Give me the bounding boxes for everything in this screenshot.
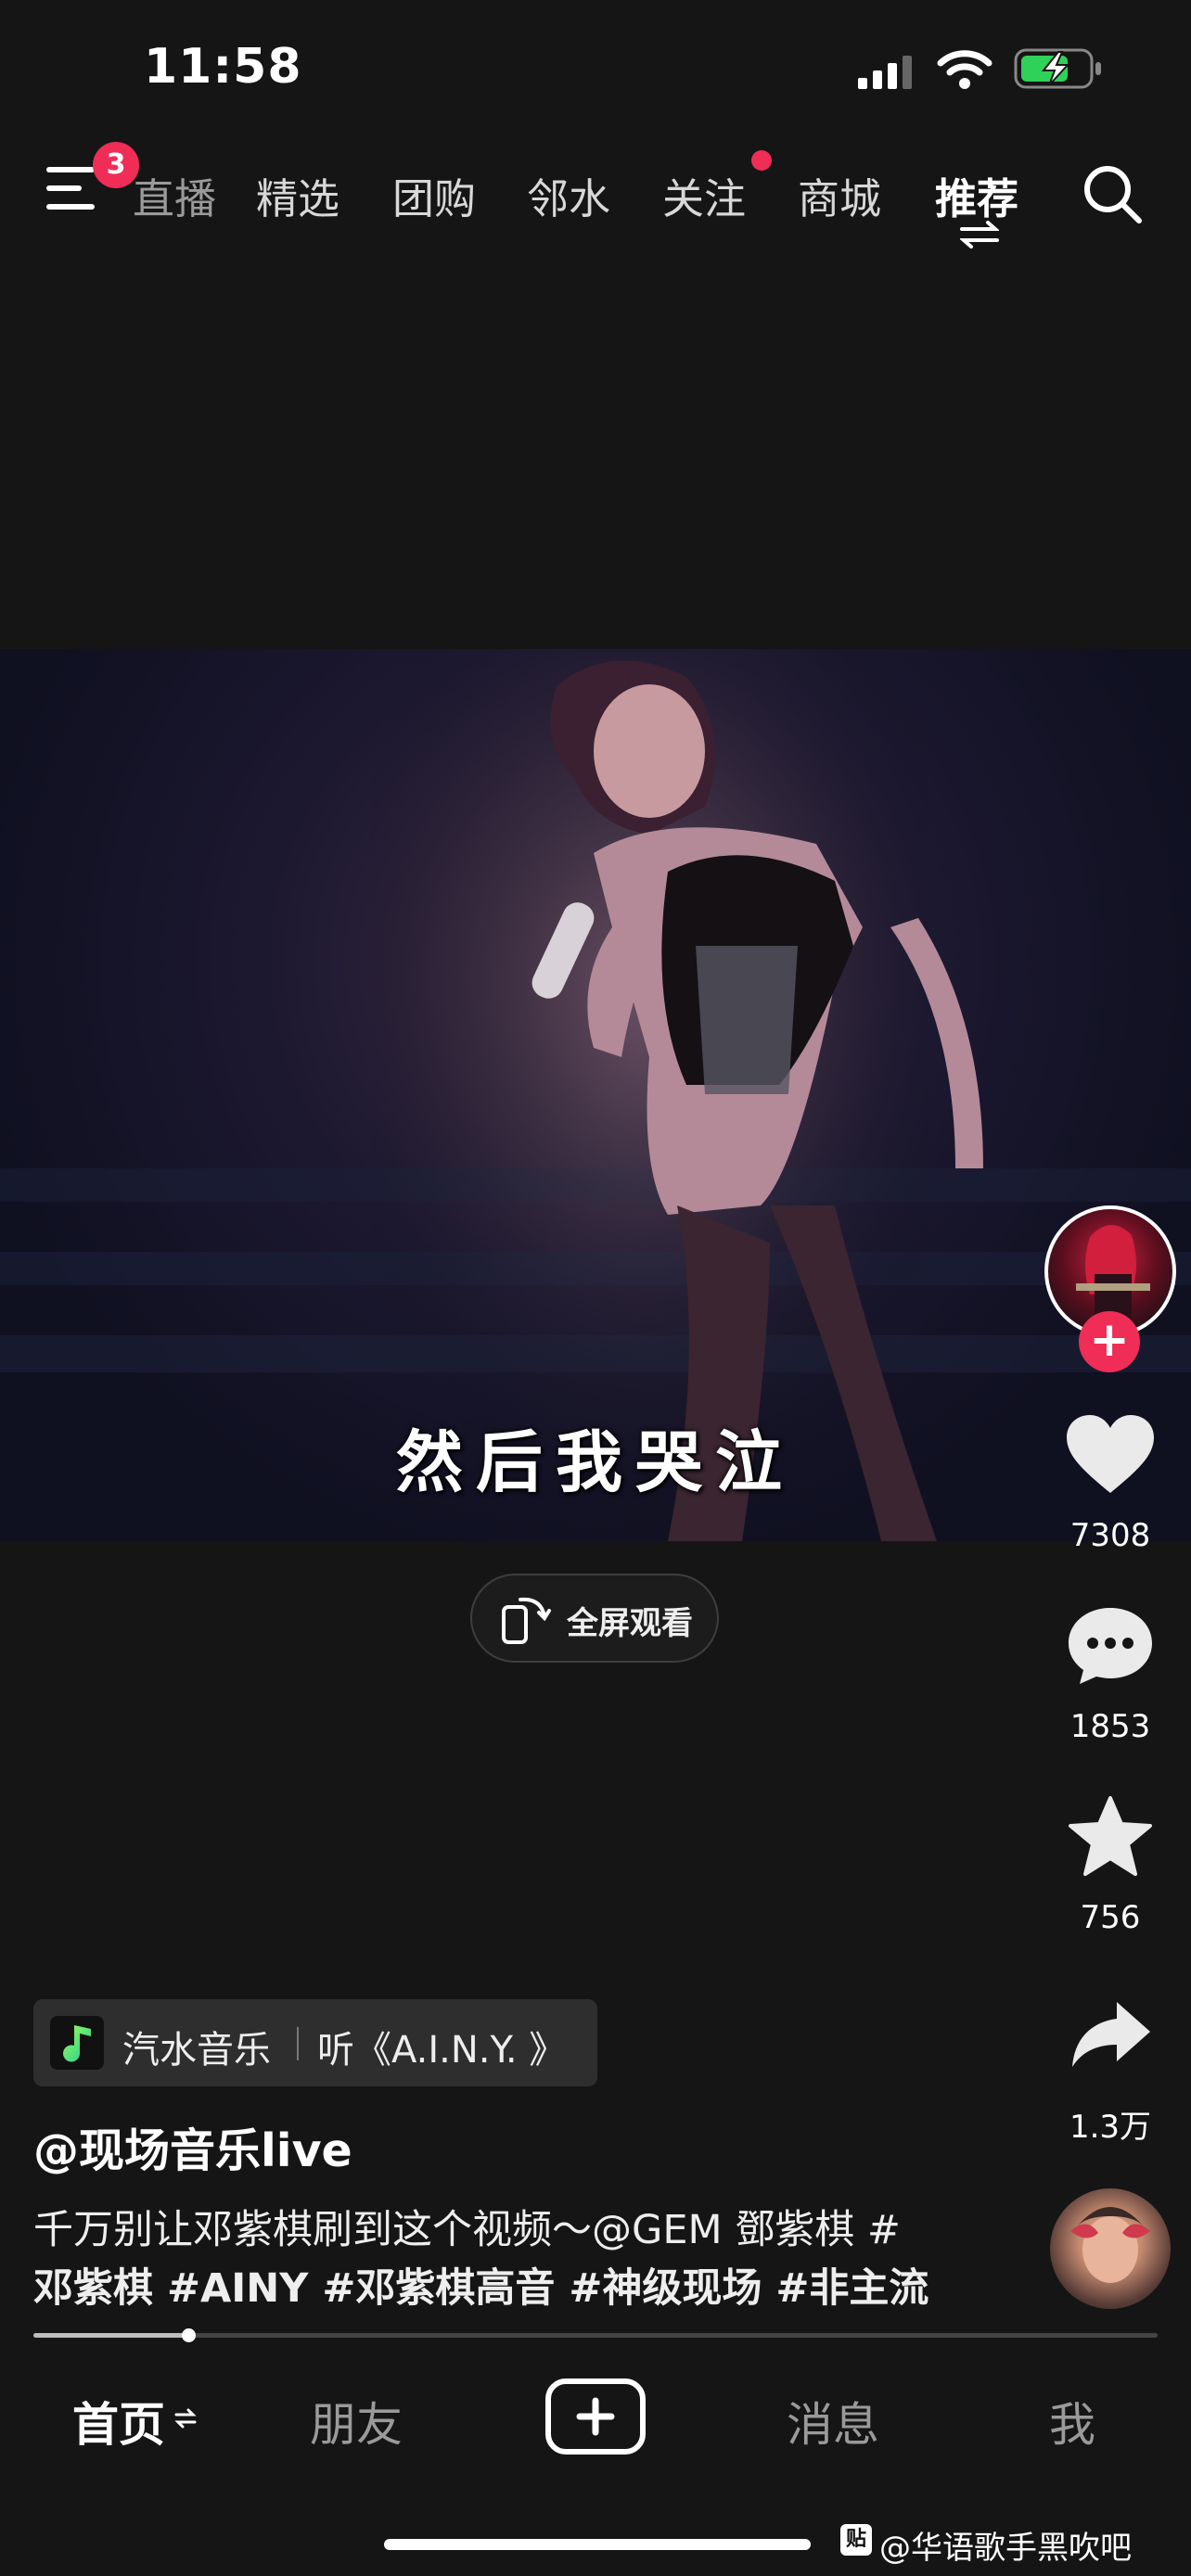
- video-player[interactable]: 然后我哭泣: [0, 649, 1191, 1541]
- swap-icon[interactable]: [960, 221, 999, 249]
- star-icon[interactable]: [1067, 1794, 1154, 1878]
- rotate-phone-icon: [502, 1597, 551, 1644]
- watermark: 贴 @华语歌手黑吹吧: [840, 2522, 1132, 2568]
- fullscreen-button[interactable]: 全屏观看: [470, 1574, 719, 1663]
- tab-group-buy[interactable]: 团购: [392, 165, 476, 225]
- create-button[interactable]: [545, 2378, 646, 2455]
- music-app-label: 汽水音乐: [122, 2029, 271, 2072]
- comment-count: 1853: [1069, 1708, 1151, 1745]
- music-song-title: 听《A.I.N.Y. 》: [317, 2029, 567, 2072]
- comment-icon[interactable]: [1065, 1604, 1156, 1688]
- cellular-signal-icon: [858, 56, 912, 89]
- tab-featured[interactable]: 精选: [256, 165, 339, 225]
- music-tag[interactable]: 汽水音乐 听《A.I.N.Y. 》: [33, 1999, 597, 2086]
- tab-local[interactable]: 邻水: [527, 165, 610, 225]
- video-subtitle: 然后我哭泣: [395, 1423, 795, 1501]
- nav-friends[interactable]: 朋友: [310, 2388, 403, 2455]
- wifi-icon: [937, 50, 992, 89]
- nav-messages[interactable]: 消息: [787, 2388, 879, 2455]
- follow-plus-button[interactable]: +: [1079, 1311, 1140, 1372]
- share-count: 1.3万: [1069, 2109, 1152, 2146]
- tab-live[interactable]: 直播: [133, 165, 216, 225]
- watermark-text: @华语歌手黑吹吧: [879, 2530, 1132, 2567]
- battery-charging-icon: [1014, 48, 1101, 89]
- search-icon[interactable]: [1082, 163, 1145, 226]
- video-progress-knob[interactable]: [182, 2328, 197, 2342]
- music-app-icon: [50, 2016, 104, 2070]
- heart-icon[interactable]: [1065, 1413, 1156, 1495]
- video-progress-fill: [33, 2333, 189, 2338]
- tab-recommend[interactable]: 推荐: [935, 165, 1018, 225]
- share-icon[interactable]: [1069, 1998, 1152, 2071]
- nav-me[interactable]: 我: [1049, 2388, 1095, 2455]
- music-cover-image: [1070, 2207, 1150, 2283]
- status-time: 11:58: [144, 39, 302, 95]
- video-progress-bar[interactable]: [33, 2328, 1158, 2342]
- music-tag-divider: [297, 2027, 299, 2060]
- swap-icon[interactable]: [174, 2407, 197, 2429]
- watermark-icon: 贴: [840, 2524, 872, 2556]
- note-icon: [63, 2025, 91, 2062]
- like-count: 7308: [1069, 1517, 1151, 1554]
- author-handle[interactable]: @现场音乐live: [33, 2114, 352, 2180]
- fullscreen-label: 全屏观看: [567, 1605, 693, 1642]
- music-disc[interactable]: [1050, 2188, 1171, 2309]
- home-indicator[interactable]: [384, 2539, 811, 2550]
- plus-icon: [576, 2397, 615, 2436]
- following-notification-dot: [751, 150, 772, 171]
- favorite-count: 756: [1080, 1899, 1141, 1936]
- tab-mall[interactable]: 商城: [798, 165, 881, 225]
- post-description-line-1: 千万别让邓紫棋刷到这个视频～@GEM 鄧紫棋 #: [33, 2207, 901, 2253]
- post-description-line-2[interactable]: 邓紫棋 #AINY #邓紫棋高音 #神级现场 #非主流: [33, 2256, 928, 2314]
- tab-following[interactable]: 关注: [662, 165, 746, 225]
- nav-home[interactable]: 首页: [72, 2388, 165, 2455]
